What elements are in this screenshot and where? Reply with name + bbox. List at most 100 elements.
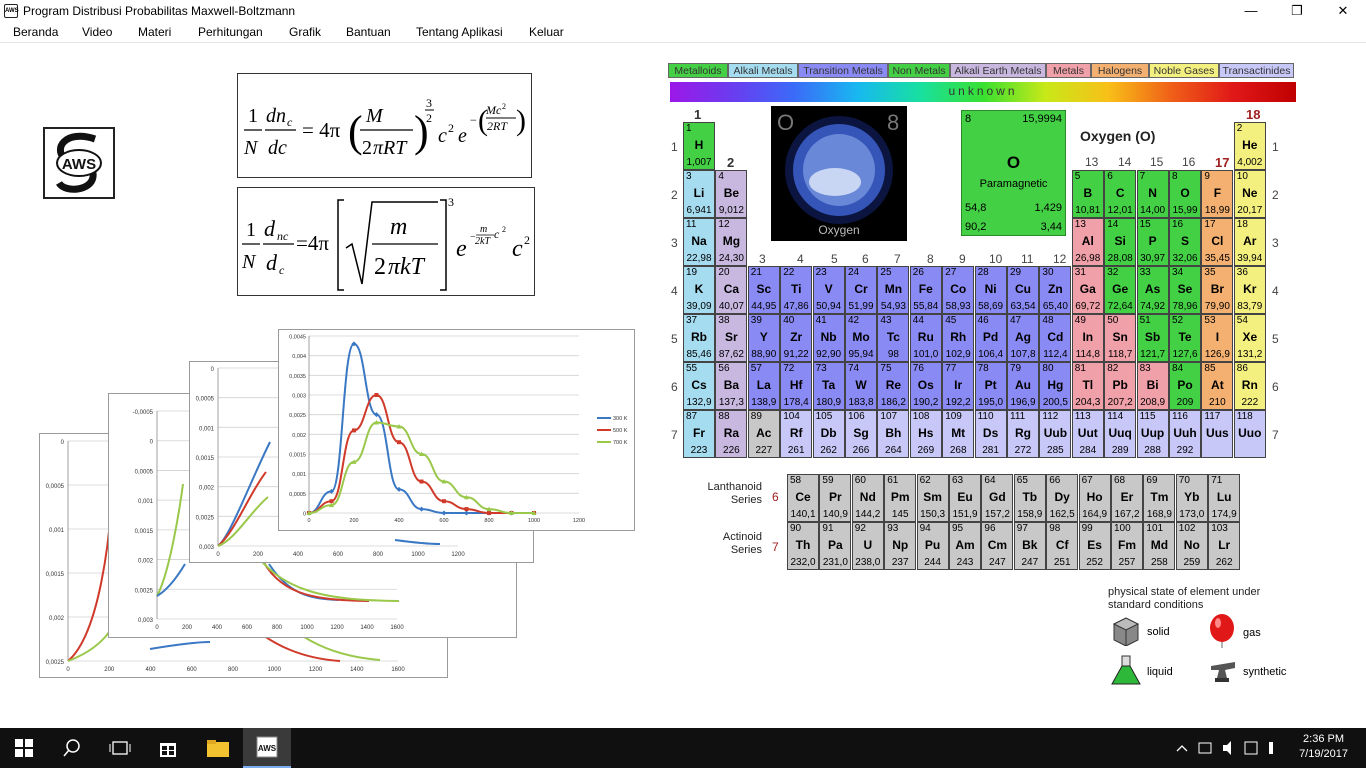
element-ni[interactable]: 28 Ni 58,69: [974, 266, 1007, 314]
element-nb[interactable]: 41 Nb 92,90: [812, 314, 845, 362]
element-se[interactable]: 34 Se 78,96: [1169, 266, 1201, 314]
element-rn[interactable]: 86 Rn 222: [1233, 362, 1266, 410]
element-np[interactable]: 93 Np 237: [884, 522, 917, 570]
search-icon[interactable]: [48, 728, 96, 768]
element-sb[interactable]: 51 Sb 121,7: [1136, 314, 1169, 362]
element-rb[interactable]: 37 Rb 85,46: [683, 314, 715, 362]
legend-noble-gases[interactable]: Noble Gases: [1149, 63, 1219, 78]
legend-halogens[interactable]: Halogens: [1091, 63, 1149, 78]
element-ca[interactable]: 20 Ca 40,07: [715, 266, 748, 314]
element-y[interactable]: 39 Y 88,90: [747, 314, 780, 362]
legend-transactinides[interactable]: Transactinides: [1219, 63, 1294, 78]
element-po[interactable]: 84 Po 209: [1169, 362, 1201, 410]
element-ru[interactable]: 44 Ru 101,0: [909, 314, 942, 362]
element-n[interactable]: 7 N 14,00: [1136, 170, 1169, 218]
element-pd[interactable]: 46 Pd 106,4: [974, 314, 1007, 362]
element-cl[interactable]: 17 Cl 35,45: [1201, 218, 1234, 266]
element-fm[interactable]: 100 Fm 257: [1111, 522, 1143, 570]
element-o[interactable]: 8 O 15,99: [1169, 170, 1201, 218]
legend-metalloids[interactable]: Metalloids: [668, 63, 728, 78]
element-sm[interactable]: 62 Sm 150,3: [916, 474, 949, 522]
maximize-button[interactable]: ❐: [1274, 0, 1320, 22]
element-be[interactable]: 4 Be 9,012: [715, 170, 748, 218]
element-bh[interactable]: 107 Bh 264: [877, 410, 910, 458]
element-ce[interactable]: 58 Ce 140,1: [787, 474, 819, 522]
element-i[interactable]: 53 I 126,9: [1201, 314, 1234, 362]
element-ne[interactable]: 10 Ne 20,17: [1233, 170, 1266, 218]
close-button[interactable]: ✕: [1320, 0, 1366, 22]
legend-alkali-earth-metals[interactable]: Alkali Earth Metals: [950, 63, 1046, 78]
element-uut[interactable]: 113 Uut 284: [1071, 410, 1104, 458]
element-es[interactable]: 99 Es 252: [1078, 522, 1111, 570]
element-mg[interactable]: 12 Mg 24,30: [715, 218, 748, 266]
menu-bantuan[interactable]: Bantuan: [346, 25, 391, 39]
element-mt[interactable]: 109 Mt 268: [942, 410, 975, 458]
element-uuh[interactable]: 116 Uuh 292: [1169, 410, 1201, 458]
element-as[interactable]: 33 As 74,92: [1136, 266, 1169, 314]
element-ir[interactable]: 77 Ir 192,2: [942, 362, 975, 410]
element-rg[interactable]: 111 Rg 272: [1007, 410, 1039, 458]
element-na[interactable]: 11 Na 22,98: [683, 218, 715, 266]
element-k[interactable]: 19 K 39,09: [683, 266, 715, 314]
legend-transition-metals[interactable]: Transition Metals: [798, 63, 888, 78]
legend-alkali-metals[interactable]: Alkali Metals: [728, 63, 798, 78]
legend-metals[interactable]: Metals: [1046, 63, 1091, 78]
element-nd[interactable]: 60 Nd 144,2: [851, 474, 884, 522]
element-uub[interactable]: 112 Uub 285: [1039, 410, 1072, 458]
element-rh[interactable]: 45 Rh 102,9: [942, 314, 975, 362]
element-s[interactable]: 16 S 32,06: [1169, 218, 1201, 266]
element-cf[interactable]: 98 Cf 251: [1046, 522, 1079, 570]
element-uuo[interactable]: 118 Uuo: [1233, 410, 1266, 458]
menu-perhitungan[interactable]: Perhitungan: [198, 25, 263, 39]
element-uuq[interactable]: 114 Uuq 289: [1104, 410, 1137, 458]
element-rf[interactable]: 104 Rf 261: [780, 410, 813, 458]
element-pm[interactable]: 61 Pm 145: [884, 474, 917, 522]
element-kr[interactable]: 36 Kr 83,79: [1233, 266, 1266, 314]
element-he[interactable]: 2 He 4,002: [1233, 122, 1266, 170]
minimize-button[interactable]: —: [1228, 0, 1274, 22]
menu-materi[interactable]: Materi: [138, 25, 171, 39]
element-pr[interactable]: 59 Pr 140,9: [819, 474, 852, 522]
element-cs[interactable]: 55 Cs 132,9: [683, 362, 715, 410]
element-al[interactable]: 13 Al 26,98: [1071, 218, 1104, 266]
element-cu[interactable]: 29 Cu 63,54: [1007, 266, 1039, 314]
element-f[interactable]: 9 F 18,99: [1201, 170, 1234, 218]
element-cm[interactable]: 96 Cm 247: [981, 522, 1014, 570]
menu-beranda[interactable]: Beranda: [13, 25, 58, 39]
element-sc[interactable]: 21 Sc 44,95: [747, 266, 780, 314]
element-dy[interactable]: 66 Dy 162,5: [1046, 474, 1079, 522]
element-tb[interactable]: 65 Tb 158,9: [1013, 474, 1046, 522]
element-pa[interactable]: 91 Pa 231,0: [819, 522, 852, 570]
menu-grafik[interactable]: Grafik: [289, 25, 321, 39]
element-eu[interactable]: 63 Eu 151,9: [949, 474, 981, 522]
element-w[interactable]: 74 W 183,8: [845, 362, 877, 410]
legend-non-metals[interactable]: Non Metals: [888, 63, 950, 78]
element-sg[interactable]: 106 Sg 266: [845, 410, 877, 458]
element-ti[interactable]: 22 Ti 47,86: [780, 266, 813, 314]
element-br[interactable]: 35 Br 79,90: [1201, 266, 1234, 314]
element-hs[interactable]: 108 Hs 269: [909, 410, 942, 458]
element-uus[interactable]: 117 Uus: [1201, 410, 1234, 458]
element-er[interactable]: 68 Er 167,2: [1111, 474, 1143, 522]
element-pb[interactable]: 82 Pb 207,2: [1104, 362, 1137, 410]
element-re[interactable]: 75 Re 186,2: [877, 362, 910, 410]
element-ra[interactable]: 88 Ra 226: [715, 410, 748, 458]
element-yb[interactable]: 70 Yb 173,0: [1175, 474, 1208, 522]
element-hg[interactable]: 80 Hg 200,5: [1039, 362, 1072, 410]
element-v[interactable]: 23 V 50,94: [812, 266, 845, 314]
element-mo[interactable]: 42 Mo 95,94: [845, 314, 877, 362]
element-zn[interactable]: 30 Zn 65,40: [1039, 266, 1072, 314]
element-la[interactable]: 57 La 138,9: [747, 362, 780, 410]
clock[interactable]: 2:36 PM 7/19/2017: [1299, 732, 1348, 762]
menu-tentang-aplikasi[interactable]: Tentang Aplikasi: [416, 25, 503, 39]
element-tm[interactable]: 69 Tm 168,9: [1143, 474, 1176, 522]
element-u[interactable]: 92 U 238,0: [851, 522, 884, 570]
element-gd[interactable]: 64 Gd 157,2: [981, 474, 1014, 522]
element-hf[interactable]: 72 Hf 178,4: [780, 362, 813, 410]
menu-keluar[interactable]: Keluar: [529, 25, 564, 39]
element-mn[interactable]: 25 Mn 54,93: [877, 266, 910, 314]
element-md[interactable]: 101 Md 258: [1143, 522, 1176, 570]
element-am[interactable]: 95 Am 243: [949, 522, 981, 570]
element-bi[interactable]: 83 Bi 208,9: [1136, 362, 1169, 410]
element-ho[interactable]: 67 Ho 164,9: [1078, 474, 1111, 522]
